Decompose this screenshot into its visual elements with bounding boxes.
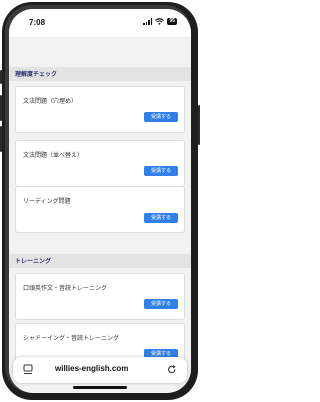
- reload-icon[interactable]: [167, 364, 177, 375]
- cellular-signal-icon: [143, 18, 153, 25]
- enroll-button[interactable]: 受講する: [144, 299, 178, 309]
- wifi-icon: [155, 18, 165, 25]
- enroll-button[interactable]: 受講する: [144, 166, 178, 176]
- screen: 7:08 95 理解度チェック 文法問題（穴埋め） 受講する 文法問題（並べ替え…: [9, 9, 191, 393]
- section-title: 理解度チェック: [15, 72, 58, 78]
- status-time: 7:08: [29, 18, 46, 27]
- course-card[interactable]: リーディング問題 受講する: [15, 186, 185, 233]
- course-title: リーディング問題: [23, 199, 71, 205]
- course-title: 文法問題（穴埋め）: [23, 99, 78, 105]
- course-card[interactable]: 文法問題（並べ替え） 受講する: [15, 140, 185, 187]
- tabs-icon[interactable]: [23, 364, 33, 375]
- power-button: [198, 105, 200, 145]
- status-bar: 7:08 95: [9, 9, 191, 37]
- course-title: 口頭英作文・音読トレーニング: [23, 286, 108, 292]
- course-title: シャドーイング・音読トレーニング: [23, 336, 120, 342]
- course-title: 文法問題（並べ替え）: [23, 153, 84, 159]
- url-text[interactable]: willies-english.com: [55, 364, 128, 373]
- enroll-button[interactable]: 受講する: [144, 112, 178, 122]
- section-header-training: トレーニング: [9, 254, 191, 268]
- battery-icon: 95: [167, 18, 177, 25]
- section-title: トレーニング: [15, 259, 52, 265]
- course-card[interactable]: 文法問題（穴埋め） 受講する: [15, 86, 185, 133]
- status-icons: 95: [143, 18, 177, 25]
- enroll-button[interactable]: 受講する: [144, 213, 178, 223]
- phone-frame: 7:08 95 理解度チェック 文法問題（穴埋め） 受講する 文法問題（並べ替え…: [0, 0, 200, 402]
- home-indicator: [73, 386, 127, 389]
- course-card[interactable]: 口頭英作文・音読トレーニング 受講する: [15, 273, 185, 320]
- browser-address-bar[interactable]: willies-english.com: [13, 357, 187, 383]
- section-header-understanding-check: 理解度チェック: [9, 67, 191, 81]
